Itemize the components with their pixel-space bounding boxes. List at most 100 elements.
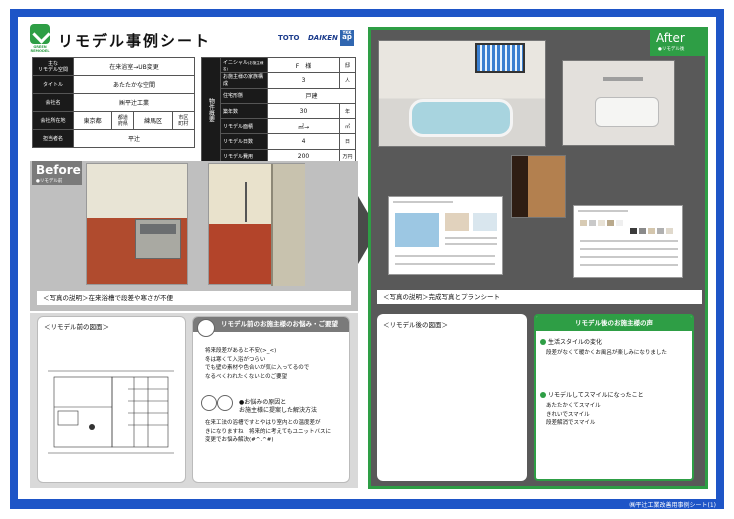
area-unit: ㎡ xyxy=(339,118,356,135)
table-row: 会社所在地 東京都 都道 府県 練馬区 市区 町村 xyxy=(32,111,196,130)
initial-unit: 邸 xyxy=(339,56,356,74)
swatch xyxy=(580,220,587,226)
voice-line: きれいでスマイル xyxy=(546,411,590,418)
row-label: 会社名 xyxy=(32,93,74,112)
family-value: 3 xyxy=(267,72,340,89)
table-row: リモデル面積 ㎡→ ㎡ xyxy=(202,118,356,135)
page-title: リモデル事例シート xyxy=(58,32,212,50)
initial-value: F 様 xyxy=(267,56,340,74)
row-value: あたたかな空間 xyxy=(73,75,195,94)
tub-water xyxy=(140,224,176,234)
doc-image xyxy=(473,213,497,231)
age-unit: 年 xyxy=(339,102,356,120)
doc-line xyxy=(580,264,678,266)
before-plan-card: ＜リモデル前の図面＞ xyxy=(37,316,186,483)
pref-unit: 都道 府県 xyxy=(111,111,135,130)
doc-line xyxy=(395,255,495,257)
days-unit: 日 xyxy=(339,133,356,150)
frame-left xyxy=(10,9,18,509)
floor-plan-drawing xyxy=(48,370,174,454)
property-side-label: 物件概要 xyxy=(201,56,221,166)
days-label: リモデル日数 xyxy=(220,133,268,150)
concern-line: 冬は寒くて入浴がつらい xyxy=(205,356,266,363)
voice-line: あたたかくてスマイル xyxy=(546,403,601,409)
brand-toto: TOTO xyxy=(278,34,300,42)
frame-top xyxy=(10,9,724,17)
table-row: 物件概要 イニシャル(お施主様名) F 様 邸 xyxy=(201,56,356,166)
brand-ykkap: YKK ap xyxy=(340,30,354,46)
new-bathtub xyxy=(595,97,659,127)
concern-title: リモデル前のお施主様のお悩み・ご要望 xyxy=(193,317,349,332)
row-label: タイトル xyxy=(32,75,74,94)
table-row: 住宅形態 戸建 xyxy=(202,87,356,104)
doc-line xyxy=(393,201,453,203)
city-unit: 市区 町村 xyxy=(171,111,196,130)
voice-item-title: リモデルしてスマイルになったこと xyxy=(548,392,644,399)
project-table: 主な リモデル空間 在来浴室→UB変更 タイトル あたたかな空間 会社名 ㈱平辻… xyxy=(32,57,196,148)
pref-value: 東京都 xyxy=(72,111,113,130)
doc-line xyxy=(580,248,678,250)
table-row: お施主様の家族構成 3 人 xyxy=(202,72,356,89)
doc-line xyxy=(395,263,495,265)
after-plan-label: ＜リモデル後の図面＞ xyxy=(383,321,448,329)
handrail xyxy=(603,77,643,81)
person-icon xyxy=(217,395,233,411)
before-caption: ＜写真の説明＞在来浴槽で段差や寒さが不便 xyxy=(37,291,351,305)
cause-title-2: お施主様に提案した解決方法 xyxy=(239,407,318,414)
row-value: 在来浴室→UB変更 xyxy=(73,57,195,76)
concern-line: 将来段差があると不安(>_<) xyxy=(205,348,277,354)
swatch xyxy=(666,228,673,234)
after-badge-sub: ●リモデル後 xyxy=(658,47,685,52)
family-label: お施主様の家族構成 xyxy=(220,72,268,89)
after-photo-room xyxy=(562,60,675,146)
voice-item-title: 生活スタイルの変化 xyxy=(548,339,603,346)
table-row: 担当者名 平辻 xyxy=(32,129,195,148)
type-label: 住宅形態 xyxy=(220,87,268,104)
table-row: 主な リモデル空間 在来浴室→UB変更 xyxy=(32,57,195,76)
swatch xyxy=(657,228,664,234)
logo-text: GREEN REMODEL xyxy=(30,45,50,53)
before-plan-label: ＜リモデル前の図面＞ xyxy=(44,323,109,331)
table-row: 会社名 ㈱平辻工業 xyxy=(32,93,195,112)
plan-sheet-1 xyxy=(388,196,503,275)
swatch xyxy=(630,228,637,234)
swatch xyxy=(607,220,614,226)
row-label: 担当者名 xyxy=(32,129,74,148)
voice-item-2: リモデルしてスマイルになったこと xyxy=(540,390,644,399)
before-photo-wall xyxy=(208,163,305,286)
window xyxy=(475,43,525,73)
city-value: 練馬区 xyxy=(133,111,173,130)
person-icon xyxy=(201,395,217,411)
cause-line: 変更でお悩み解決(#^.^#) xyxy=(205,437,274,444)
row-value: ㈱平辻工業 xyxy=(73,93,195,112)
door xyxy=(271,164,305,286)
property-table: 物件概要 イニシャル(お施主様名) F 様 邸 お施主様の家族構成 3 人 住宅… xyxy=(201,56,356,166)
doc-line xyxy=(445,237,497,239)
area-label: リモデル面積 xyxy=(220,118,268,135)
brand-daiken: DAIKEN xyxy=(308,34,338,42)
after-badge: After ●リモデル後 xyxy=(650,29,706,56)
voice-body-1: 段差がなくて暖かくお風呂が楽しみになりました xyxy=(546,349,667,358)
frame-bottom xyxy=(10,499,724,509)
type-value: 戸建 xyxy=(267,87,356,104)
new-bathtub xyxy=(409,99,513,137)
house-check-icon xyxy=(30,24,50,44)
person-icon xyxy=(197,319,215,337)
plan-sheet-2 xyxy=(573,205,683,278)
table-row: リモデル日数 4 日 xyxy=(202,133,356,150)
voice-line: 段差がなくて暖かくお風呂が楽しみになりました xyxy=(546,350,667,356)
before-badge-sub: ●リモデル前 xyxy=(36,179,63,184)
swatch xyxy=(648,228,655,234)
cause-title: ●お悩みの原因と お施主様に提案した解決方法 xyxy=(239,399,317,415)
after-photo-floor xyxy=(511,155,566,218)
side-text: 物件概要 xyxy=(207,98,215,123)
doc-line xyxy=(580,240,678,242)
after-caption: ＜写真の説明＞完成写真とプランシート xyxy=(377,290,702,304)
before-badge-title: Before xyxy=(36,163,81,177)
doc-line xyxy=(445,243,497,245)
bullet-icon xyxy=(540,392,546,398)
voice-line: 段差解消でスマイル xyxy=(546,420,596,427)
swatch xyxy=(598,220,605,226)
doc-image xyxy=(395,213,439,247)
bullet-icon xyxy=(540,339,546,345)
